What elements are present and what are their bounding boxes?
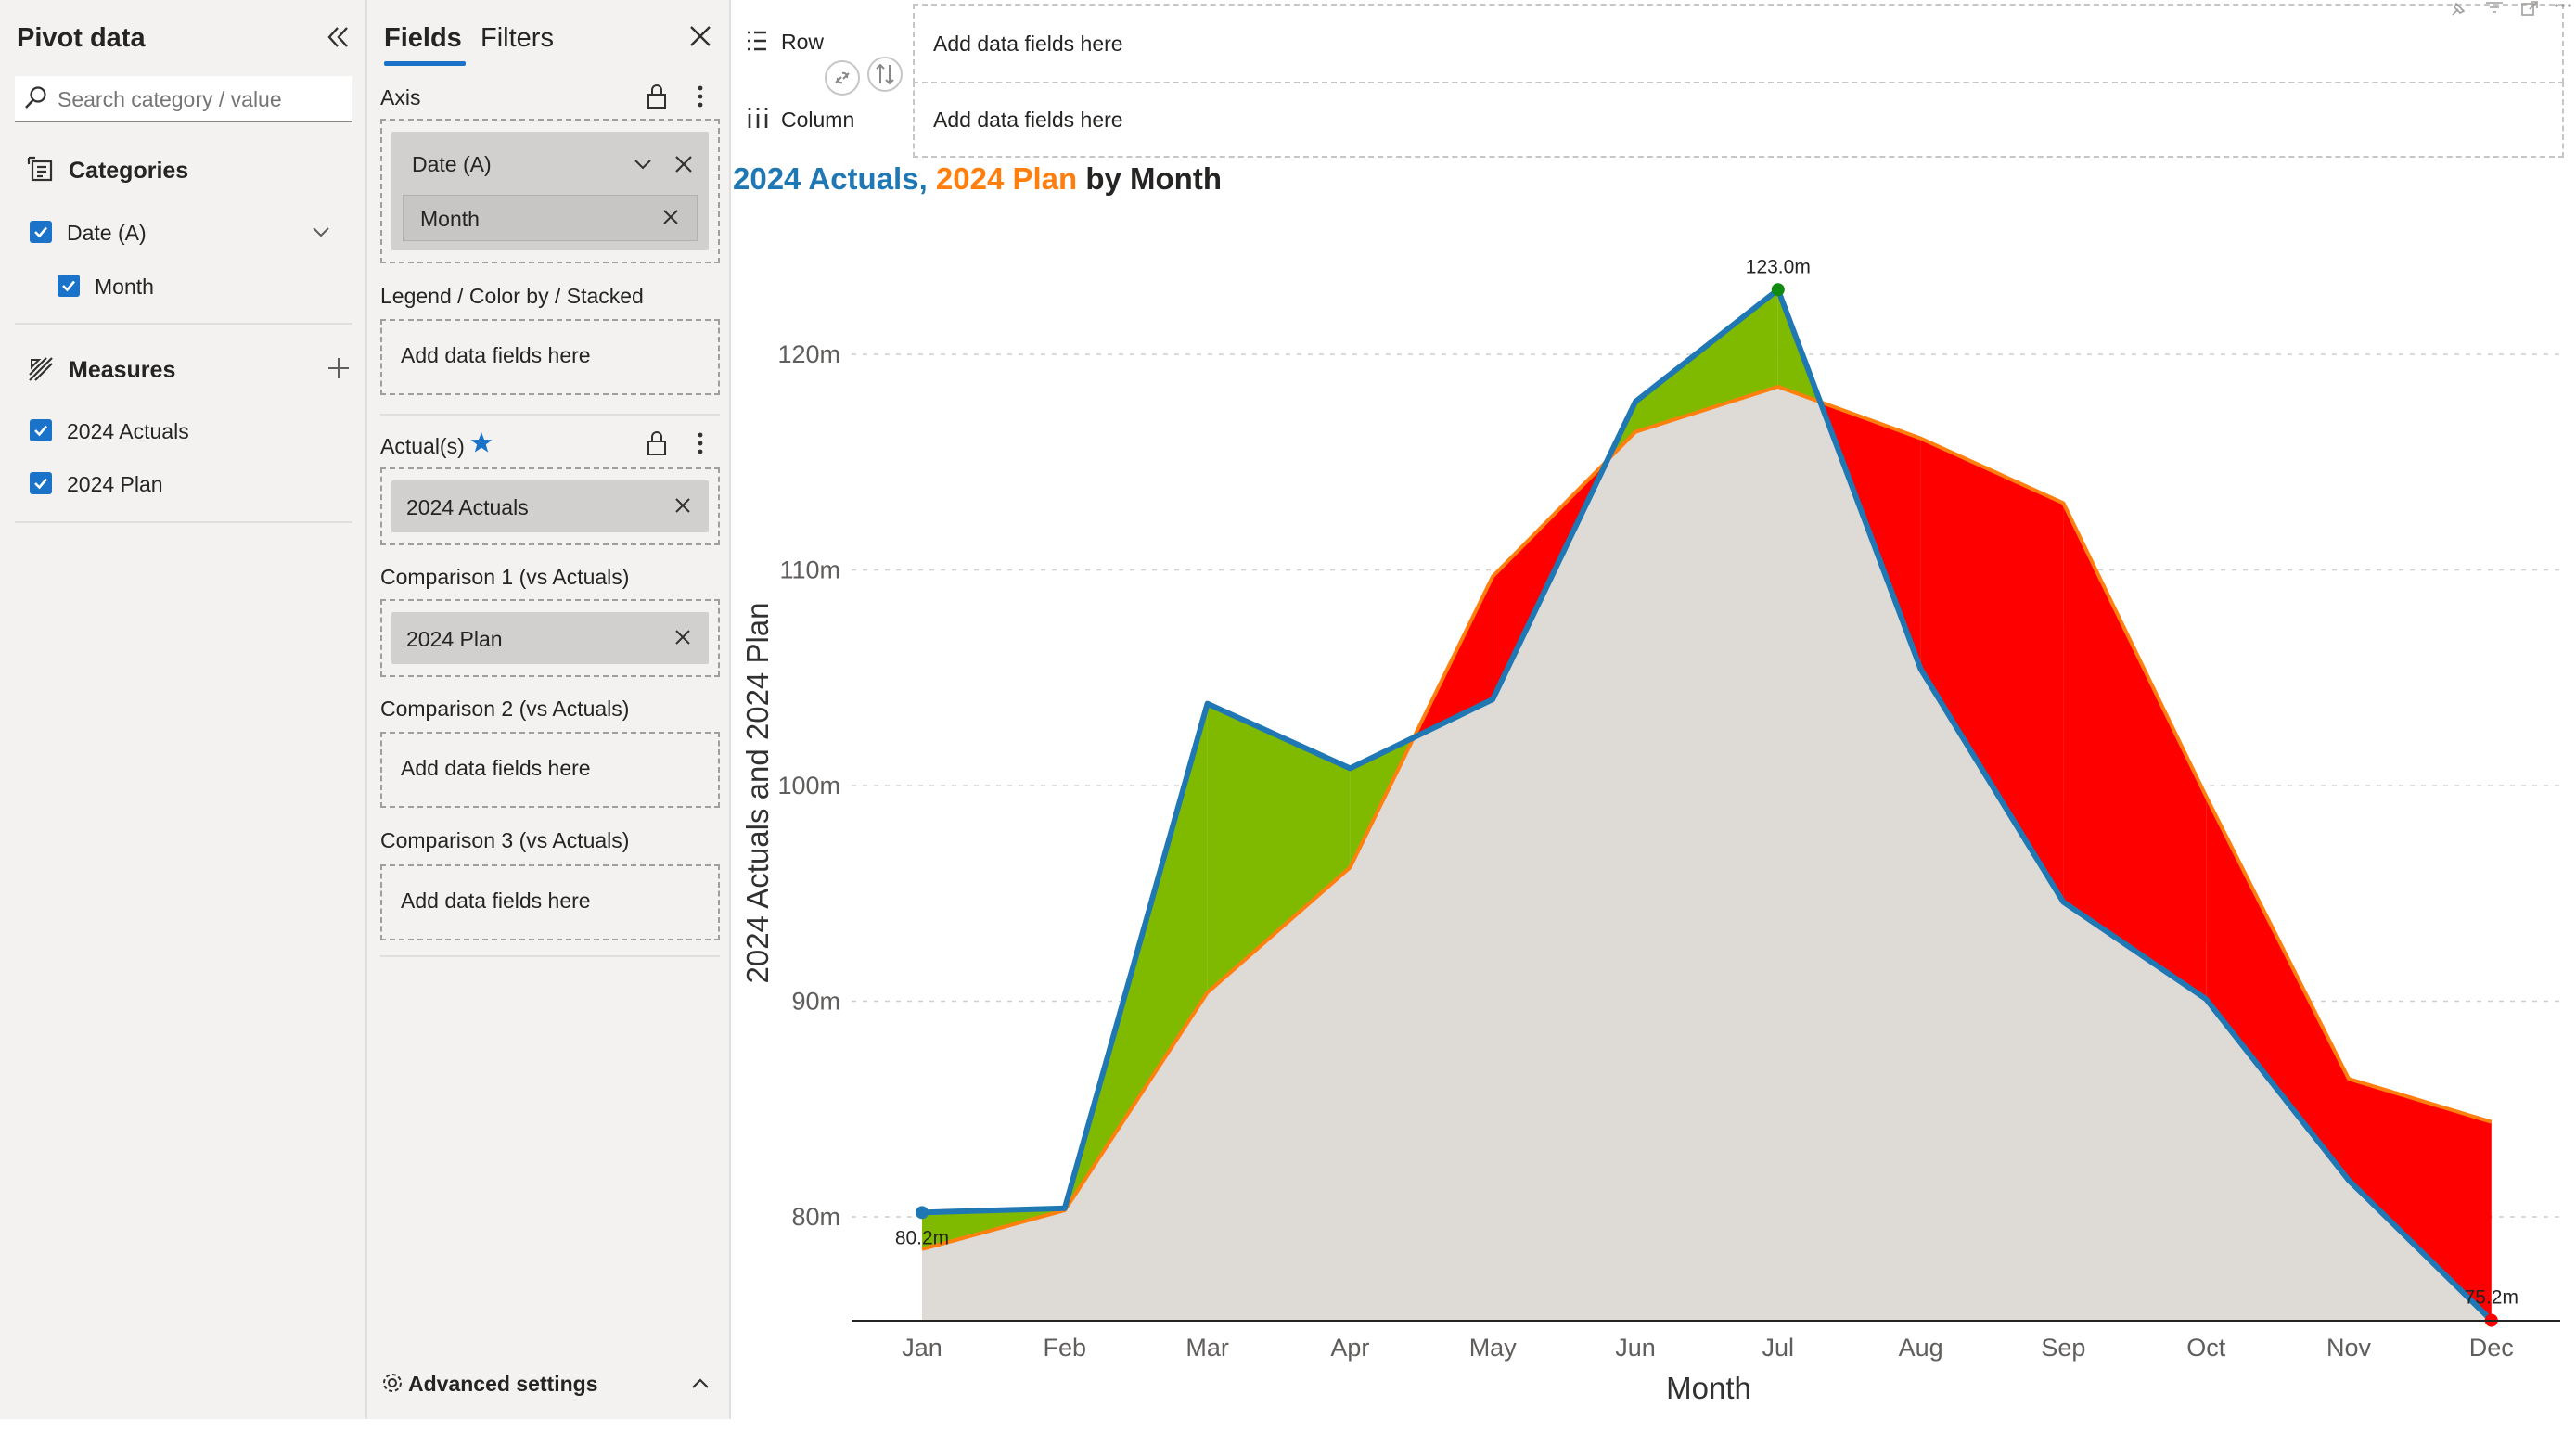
x-tick-label: Apr [1330,1334,1369,1362]
x-tick-label: Jul [1762,1334,1795,1362]
data-point-marker [1771,283,1785,297]
data-label: 80.2m [895,1227,949,1248]
data-label: 123.0m [1746,256,1811,277]
x-tick-label: Sep [2041,1334,2085,1362]
x-tick-label: Jun [1615,1334,1656,1362]
x-tick-label: Aug [1899,1334,1943,1362]
x-tick-label: May [1469,1334,1518,1362]
x-tick-label: Mar [1185,1334,1229,1362]
y-tick-label: 120m [777,340,840,368]
data-label: 75.2m [2465,1287,2518,1309]
x-axis-title: Month [1666,1371,1751,1405]
baseline-area [922,386,2492,1321]
x-tick-label: Oct [2186,1334,2226,1362]
x-tick-label: Dec [2469,1334,2514,1362]
y-tick-label: 80m [791,1203,840,1231]
chart-area[interactable]: 80.2m 123.0m 75.2m 80m 90m 100m 110m 120m Jan Fe… [0,0,2576,1445]
x-tick-label: Feb [1044,1334,1087,1362]
data-point-marker [916,1206,929,1220]
y-tick-label: 110m [779,556,840,584]
x-tick-label: Jan [902,1334,942,1362]
x-tick-label: Nov [2326,1334,2372,1362]
y-tick-label: 100m [777,772,840,799]
y-axis-title: 2024 Actuals and 2024 Plan [740,602,775,983]
y-tick-label: 90m [791,988,840,1016]
